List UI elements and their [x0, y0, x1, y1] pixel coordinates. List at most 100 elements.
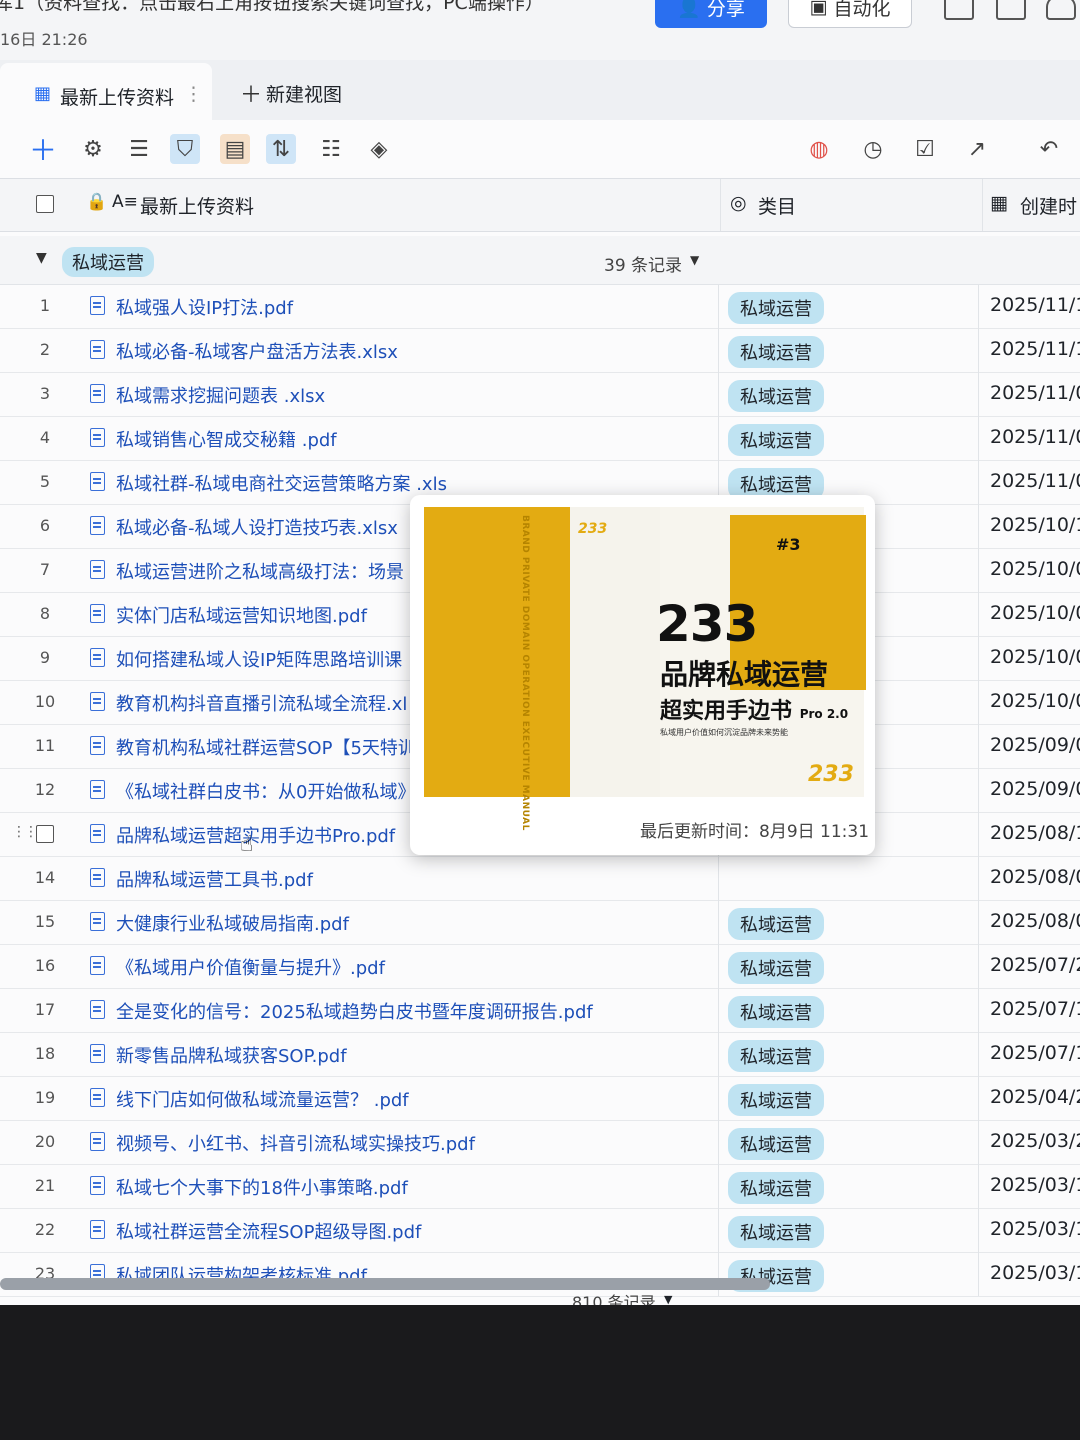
table-row[interactable]: 1 私域强人设IP打法.pdf 私域运营 2025/11/1: [0, 284, 1080, 329]
file-name-link[interactable]: 品牌私域运营超实用手边书Pro.pdf: [116, 822, 395, 848]
file-name-link[interactable]: 私域销售心智成交秘籍 .pdf: [116, 426, 337, 452]
cover-subtitle: 超实用手边书 Pro 2.0: [660, 693, 848, 725]
category-cell[interactable]: 私域运营: [728, 1216, 824, 1248]
created-date: 2025/07/22: [990, 954, 1080, 976]
category-cell[interactable]: 私域运营: [728, 1128, 824, 1160]
file-name-link[interactable]: 私域需求挖掘问题表 .xlsx: [116, 382, 325, 408]
file-name-link[interactable]: 全是变化的信号：2025私域趋势白皮书暨年度调研报告.pdf: [116, 998, 593, 1024]
row-checkbox[interactable]: [36, 825, 54, 843]
share-export-icon[interactable]: ↗: [962, 134, 992, 164]
table-row[interactable]: 15 大健康行业私域破局指南.pdf 私域运营 2025/08/09: [0, 900, 1080, 945]
file-name-link[interactable]: 品牌私域运营工具书.pdf: [116, 866, 313, 892]
row-number: 19: [34, 1088, 56, 1107]
category-column-header[interactable]: 类目: [758, 192, 796, 219]
settings-icon[interactable]: ⚙: [78, 134, 108, 164]
table-row[interactable]: 16 《私域用户价值衡量与提升》.pdf 私域运营 2025/07/22: [0, 944, 1080, 989]
layout-icon[interactable]: [944, 0, 974, 20]
add-record-icon[interactable]: ＋: [28, 134, 58, 167]
category-cell[interactable]: 私域运营: [728, 952, 824, 984]
automation-button[interactable]: ▣ 自动化: [788, 0, 912, 28]
category-cell[interactable]: 私域运营: [728, 908, 824, 940]
table-row[interactable]: 20 视频号、小红书、抖音引流私域实操技巧.pdf 私域运营 2025/03/23: [0, 1120, 1080, 1165]
file-name-link[interactable]: 私域社群-私域电商社交运营策略方案 .xls: [116, 470, 447, 496]
row-height-icon[interactable]: ☷: [316, 134, 346, 164]
cell-divider: [978, 1208, 979, 1252]
created-date: 2025/10/01: [990, 646, 1080, 668]
cell-divider: [978, 416, 979, 460]
share-button[interactable]: 👤 分享: [655, 0, 767, 28]
created-column-header[interactable]: 创建时: [1020, 192, 1077, 219]
table-row[interactable]: 2 私域必备-私域客户盘活方法表.xlsx 私域运营 2025/11/1: [0, 328, 1080, 373]
table-row[interactable]: 4 私域销售心智成交秘籍 .pdf 私域运营 2025/11/0: [0, 416, 1080, 461]
file-icon: [90, 692, 105, 711]
cover-spine: [570, 507, 660, 797]
file-name-link[interactable]: 私域运营进阶之私域高级打法：场景: [116, 558, 404, 584]
filter-icon[interactable]: ⛉: [170, 134, 200, 164]
file-name-link[interactable]: 视频号、小红书、抖音引流私域实操技巧.pdf: [116, 1130, 475, 1156]
select-all-checkbox[interactable]: [36, 195, 54, 213]
collapse-caret-icon[interactable]: ▼: [36, 250, 47, 266]
category-cell[interactable]: 私域运营: [728, 996, 824, 1028]
file-name-link[interactable]: 《私域社群白皮书：从0开始做私域》: [116, 778, 415, 804]
category-tag: 私域运营: [728, 1172, 824, 1204]
file-name-link[interactable]: 《私域用户价值衡量与提升》.pdf: [116, 954, 385, 980]
row-number: 12: [34, 780, 56, 799]
table-row[interactable]: 14 品牌私域运营工具书.pdf 2025/08/09: [0, 856, 1080, 901]
form-icon[interactable]: ☑: [910, 134, 940, 164]
file-icon: [90, 384, 105, 403]
fill-color-icon[interactable]: ◈: [364, 134, 394, 164]
sort-icon[interactable]: ⇅: [266, 134, 296, 164]
cell-divider: [978, 944, 979, 988]
name-column-header[interactable]: 最新上传资料: [140, 192, 254, 219]
file-name-link[interactable]: 私域社群运营全流程SOP超级导图.pdf: [116, 1218, 421, 1244]
category-cell[interactable]: 私域运营: [728, 1040, 824, 1072]
user-icon: 👤: [677, 0, 701, 19]
grid-icon: ▦: [34, 83, 52, 104]
group-count-caret-icon[interactable]: ▼: [690, 253, 699, 267]
file-name-link[interactable]: 私域七个大事下的18件小事策略.pdf: [116, 1174, 408, 1200]
file-name-link[interactable]: 私域必备-私域客户盘活方法表.xlsx: [116, 338, 398, 364]
category-cell[interactable]: 私域运营: [728, 380, 824, 412]
row-number: 6: [39, 516, 51, 535]
category-cell[interactable]: 私域运营: [728, 1084, 824, 1116]
field-config-icon[interactable]: ☰: [124, 134, 154, 164]
drag-handle-icon[interactable]: ⋮⋮: [12, 824, 38, 840]
table-row[interactable]: 22 私域社群运营全流程SOP超级导图.pdf 私域运营 2025/03/13: [0, 1208, 1080, 1253]
file-name-link[interactable]: 私域必备-私域人设打造技巧表.xlsx: [116, 514, 398, 540]
row-number: 8: [39, 604, 51, 623]
footer-caret-icon[interactable]: ▼: [664, 1293, 672, 1305]
category-cell[interactable]: 私域运营: [728, 292, 824, 324]
group-header[interactable]: ▼ 私域运营 39 条记录 ▼: [0, 236, 1080, 285]
more-icon[interactable]: ⋮: [184, 83, 203, 105]
cell-divider: [978, 1076, 979, 1120]
bell-icon[interactable]: [1046, 0, 1076, 20]
file-name-link[interactable]: 线下门店如何做私域流量运营？ .pdf: [116, 1086, 409, 1112]
category-cell[interactable]: 私域运营: [728, 1172, 824, 1204]
tab-latest-uploads[interactable]: ▦ 最新上传资料 ⋮: [0, 63, 212, 120]
cover-left-panel: [424, 507, 570, 797]
table-footer: 810 条记录 ▼: [0, 1285, 1080, 1305]
file-preview-popup[interactable]: 233 BRAND PRIVATE DOMAIN OPERATION EXECU…: [410, 495, 875, 855]
file-name-link[interactable]: 实体门店私域运营知识地图.pdf: [116, 602, 367, 628]
table-row[interactable]: 3 私域需求挖掘问题表 .xlsx 私域运营 2025/11/0: [0, 372, 1080, 417]
group-icon[interactable]: ▤: [220, 134, 250, 164]
text-field-icon: A≡: [112, 192, 138, 212]
file-name-link[interactable]: 教育机构私域社群运营SOP【5天特训: [116, 734, 416, 760]
table-row[interactable]: 18 新零售品牌私域获客SOP.pdf 私域运营 2025/07/12: [0, 1032, 1080, 1077]
window-icon[interactable]: [996, 0, 1026, 20]
file-name-link[interactable]: 如何搭建私域人设IP矩阵思路培训课: [116, 646, 402, 672]
undo-icon[interactable]: ↶: [1034, 134, 1064, 164]
category-cell[interactable]: 私域运营: [728, 336, 824, 368]
file-name-link[interactable]: 新零售品牌私域获客SOP.pdf: [116, 1042, 347, 1068]
column-divider[interactable]: [982, 179, 983, 231]
file-name-link[interactable]: 大健康行业私域破局指南.pdf: [116, 910, 349, 936]
ai-icon[interactable]: ◍: [804, 134, 834, 164]
history-icon[interactable]: ◷: [858, 134, 888, 164]
column-divider[interactable]: [720, 179, 721, 231]
table-row[interactable]: 17 全是变化的信号：2025私域趋势白皮书暨年度调研报告.pdf 私域运营 2025…: [0, 988, 1080, 1033]
table-row[interactable]: 19 线下门店如何做私域流量运营？ .pdf 私域运营 2025/04/20: [0, 1076, 1080, 1121]
file-name-link[interactable]: 私域强人设IP打法.pdf: [116, 294, 293, 320]
file-name-link[interactable]: 教育机构抖音直播引流私域全流程.xl: [116, 690, 407, 716]
category-cell[interactable]: 私域运营: [728, 424, 824, 456]
table-row[interactable]: 21 私域七个大事下的18件小事策略.pdf 私域运营 2025/03/13: [0, 1164, 1080, 1209]
